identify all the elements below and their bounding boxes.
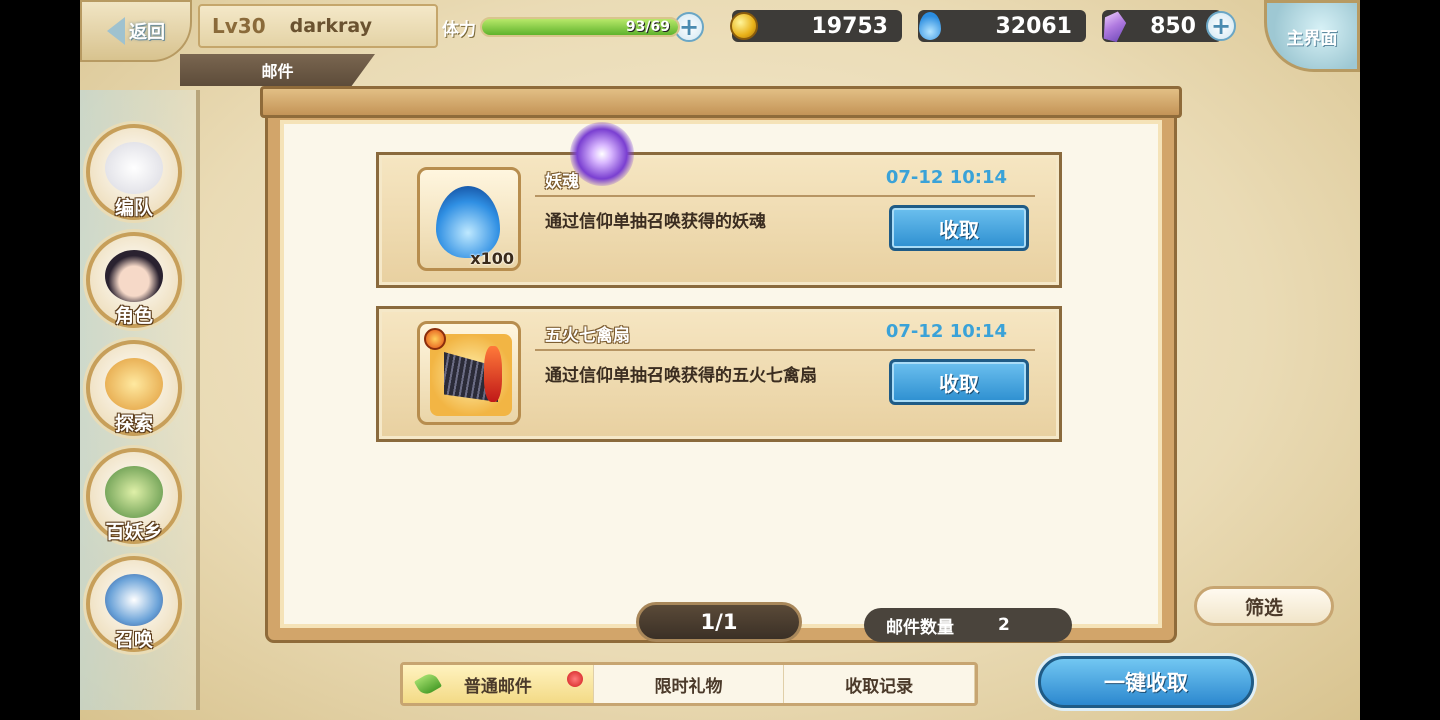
game-screen: 返回 Lv30 darkray 邮件 体力 93/69 + 19753 3206… bbox=[80, 0, 1360, 720]
tab-normal-mail[interactable]: 普通邮件 bbox=[403, 665, 594, 703]
mail-count-label: 邮件数量 bbox=[886, 617, 954, 638]
stamina-label: 体力 bbox=[442, 19, 476, 40]
filter-button[interactable]: 筛选 bbox=[1194, 586, 1334, 626]
stamina-display: 体力 93/69 + bbox=[442, 10, 712, 44]
magic-orb-icon bbox=[570, 122, 634, 186]
title-divider bbox=[535, 349, 1035, 351]
village-icon bbox=[105, 466, 163, 518]
tab-label: 收取记录 bbox=[845, 676, 914, 697]
sidebar-item-village[interactable]: 百妖乡 bbox=[86, 448, 182, 544]
claim-button[interactable]: 收取 bbox=[889, 205, 1029, 251]
blue-soul-flame-icon bbox=[436, 186, 500, 258]
notification-dot-icon bbox=[566, 671, 583, 687]
mail-count: 邮件数量 2 bbox=[864, 608, 1072, 642]
sidebar-item-label: 探索 bbox=[114, 413, 153, 435]
sidebar-item-summon[interactable]: 召唤 bbox=[86, 556, 182, 652]
fire-element-icon bbox=[424, 328, 446, 350]
mail-title: 五火七禽扇 bbox=[545, 326, 630, 346]
sidebar-item-team[interactable]: 编队 bbox=[86, 124, 182, 220]
mail-description: 通过信仰单抽召唤获得的五火七禽扇 bbox=[545, 366, 817, 386]
sidebar-item-label: 编队 bbox=[114, 197, 153, 219]
player-name: darkray bbox=[289, 15, 373, 37]
stamina-value: 93/69 bbox=[625, 19, 670, 35]
crystal-display: 850 bbox=[1102, 10, 1222, 42]
blue-flame-icon bbox=[914, 10, 946, 42]
claim-button[interactable]: 收取 bbox=[889, 359, 1029, 405]
reward-item-frame[interactable]: x100 bbox=[417, 167, 521, 271]
soul-display: 32061 bbox=[918, 10, 1086, 42]
fan-flame bbox=[484, 346, 502, 402]
reward-item-frame[interactable] bbox=[417, 321, 521, 425]
crystal-icon bbox=[1098, 10, 1130, 42]
gold-display: 19753 bbox=[730, 10, 902, 42]
summon-icon bbox=[105, 574, 163, 626]
add-crystal-button[interactable]: + bbox=[1206, 11, 1236, 41]
mail-tab-bar: 普通邮件 限时礼物 收取记录 bbox=[400, 662, 978, 706]
collect-all-button[interactable]: 一键收取 bbox=[1038, 656, 1254, 708]
player-level: Lv30 bbox=[212, 14, 266, 38]
page-indicator: 1/1 bbox=[636, 602, 802, 642]
sidebar-item-label: 角色 bbox=[114, 305, 153, 327]
back-button[interactable]: 返回 bbox=[80, 0, 192, 62]
team-icon bbox=[105, 142, 163, 194]
tab-claim-history[interactable]: 收取记录 bbox=[784, 665, 976, 703]
leaf-icon bbox=[413, 670, 443, 698]
gold-coin-icon bbox=[728, 10, 760, 42]
tab-label: 普通邮件 bbox=[463, 676, 532, 697]
mail-time: 07-12 10:14 bbox=[885, 167, 1007, 188]
stamina-bar: 93/69 bbox=[480, 17, 680, 37]
mail-count-value: 2 bbox=[998, 615, 1010, 635]
title-divider bbox=[535, 195, 1035, 197]
crystal-value: 850 bbox=[1150, 13, 1196, 39]
board-top-frame bbox=[260, 86, 1182, 118]
sidebar-item-label: 百妖乡 bbox=[105, 521, 163, 543]
explore-icon bbox=[105, 358, 163, 410]
tab-limited-gift[interactable]: 限时礼物 bbox=[594, 665, 785, 703]
back-arrow-icon bbox=[107, 17, 125, 45]
soul-value: 32061 bbox=[995, 13, 1072, 39]
back-label: 返回 bbox=[129, 22, 165, 43]
mail-card: 五火七禽扇 07-12 10:14 通过信仰单抽召唤获得的五火七禽扇 收取 bbox=[376, 306, 1062, 442]
sidebar-item-label: 召唤 bbox=[114, 629, 153, 651]
section-title: 邮件 bbox=[180, 54, 375, 86]
sidebar-item-character[interactable]: 角色 bbox=[86, 232, 182, 328]
gold-value: 19753 bbox=[811, 13, 888, 39]
tab-label: 限时礼物 bbox=[654, 676, 723, 697]
mail-card: x100 妖魂 07-12 10:14 通过信仰单抽召唤获得的妖魂 收取 bbox=[376, 152, 1062, 288]
reward-quantity: x100 bbox=[470, 249, 514, 268]
mail-time: 07-12 10:14 bbox=[885, 321, 1007, 342]
mail-description: 通过信仰单抽召唤获得的妖魂 bbox=[545, 212, 766, 232]
character-icon bbox=[105, 250, 163, 302]
sidebar-item-explore[interactable]: 探索 bbox=[86, 340, 182, 436]
player-plate: Lv30 darkray bbox=[198, 4, 438, 48]
home-button[interactable]: 主界面 bbox=[1264, 0, 1360, 72]
